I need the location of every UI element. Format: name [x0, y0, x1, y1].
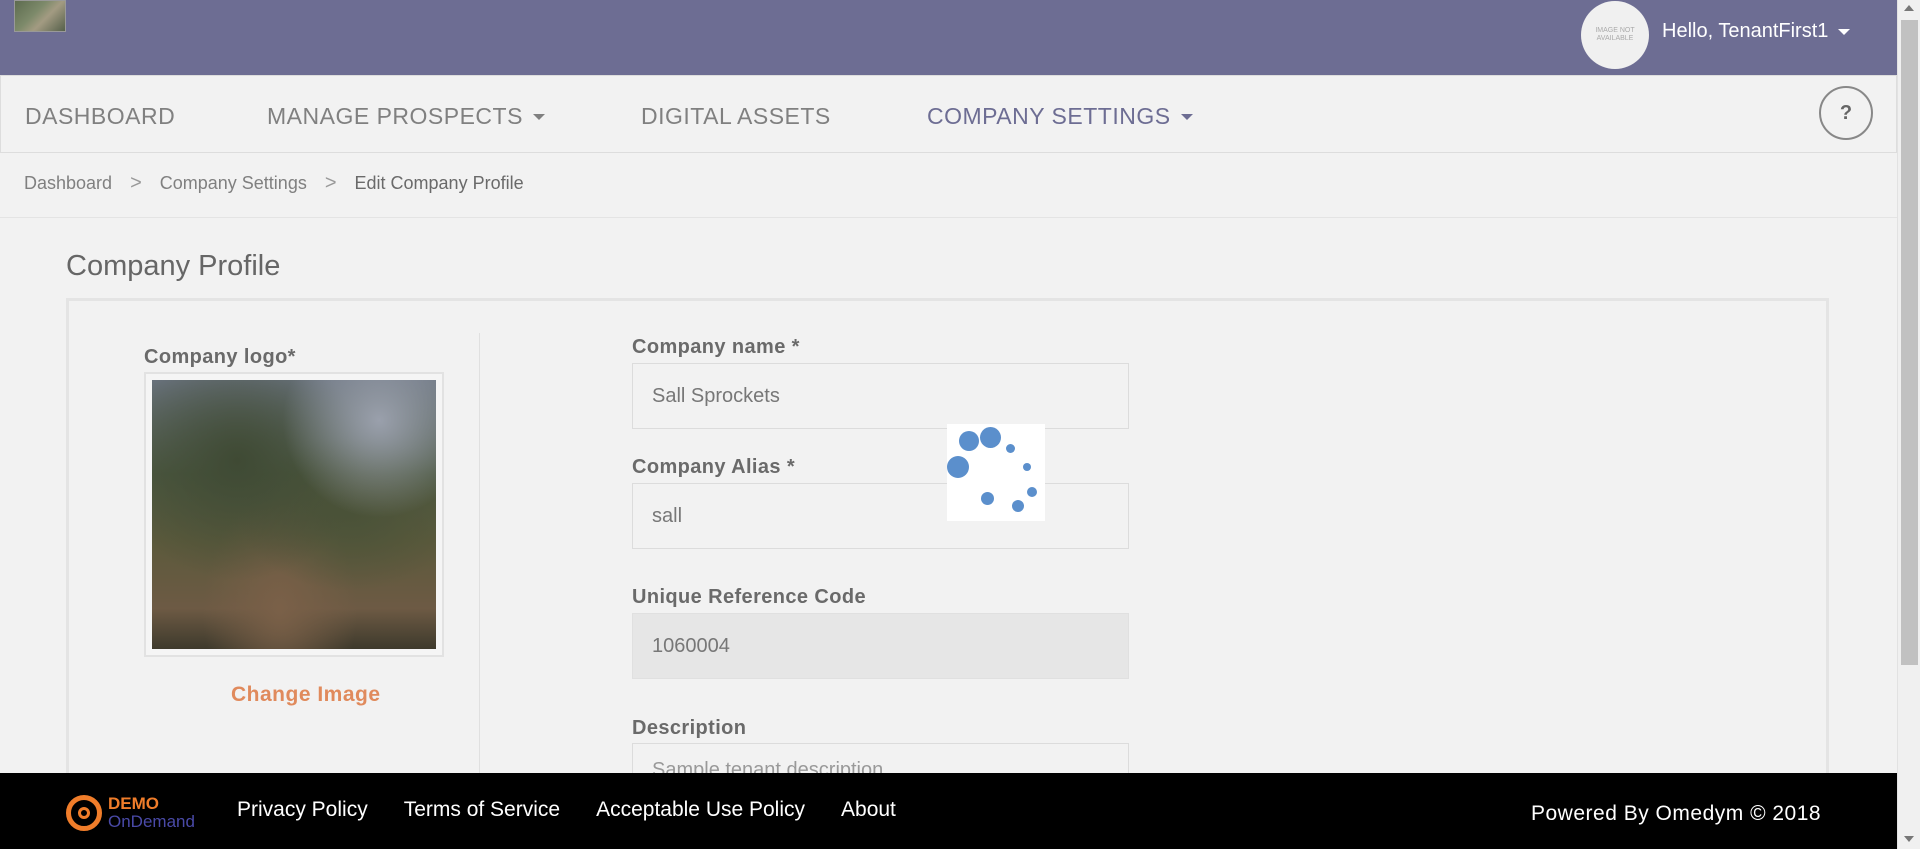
breadcrumb-current: Edit Company Profile: [354, 173, 524, 193]
footer: DEMO OnDemand Privacy Policy Terms of Se…: [0, 773, 1897, 849]
spinner-dot: [981, 492, 994, 505]
spinner-dot: [959, 431, 979, 451]
user-greeting: Hello, TenantFirst1: [1662, 20, 1829, 42]
avatar[interactable]: IMAGE NOT AVAILABLE: [1581, 1, 1649, 69]
company-alias-field[interactable]: sall: [632, 483, 1129, 549]
help-icon: ?: [1839, 101, 1853, 124]
acceptable-use-policy-link[interactable]: Acceptable Use Policy: [596, 798, 805, 822]
about-link[interactable]: About: [841, 798, 896, 822]
reference-code-field: 1060004: [632, 613, 1129, 679]
scrollbar-thumb[interactable]: [1901, 20, 1918, 665]
company-logo-image: [152, 380, 436, 649]
reference-code-label: Unique Reference Code: [632, 586, 867, 608]
company-name-field[interactable]: Sall Sprockets: [632, 363, 1129, 429]
main-nav: DASHBOARD MANAGE PROSPECTS DIGITAL ASSET…: [0, 75, 1897, 153]
change-image-button[interactable]: Change Image: [231, 683, 381, 707]
scroll-down-icon[interactable]: [1904, 836, 1914, 842]
user-menu[interactable]: Hello, TenantFirst1: [1662, 20, 1851, 43]
company-name-label: Company name *: [632, 336, 800, 358]
nav-label: DIGITAL ASSETS: [641, 103, 831, 129]
company-logo-frame: [144, 372, 444, 657]
footer-logo[interactable]: DEMO OnDemand: [66, 795, 195, 831]
description-label: Description: [632, 717, 747, 739]
avatar-placeholder-text: IMAGE NOT AVAILABLE: [1595, 27, 1635, 42]
privacy-policy-link[interactable]: Privacy Policy: [237, 798, 368, 822]
demo-ondemand-logo-icon: [66, 795, 102, 831]
nav-dashboard[interactable]: DASHBOARD: [25, 103, 175, 130]
chevron-down-icon: [532, 113, 545, 120]
company-logo-label: Company logo*: [144, 346, 296, 368]
breadcrumb-divider: [0, 217, 1897, 218]
loading-spinner: [947, 424, 1045, 521]
vertical-scrollbar[interactable]: [1897, 0, 1920, 849]
company-alias-label: Company Alias *: [632, 456, 796, 478]
scroll-up-icon[interactable]: [1904, 5, 1914, 11]
spinner-dot: [980, 427, 1001, 448]
nav-company-settings[interactable]: COMPANY SETTINGS: [927, 103, 1193, 130]
spinner-dot: [1027, 487, 1037, 497]
nav-digital-assets[interactable]: DIGITAL ASSETS: [641, 103, 831, 130]
powered-by-text: Powered By Omedym © 2018: [1531, 802, 1822, 825]
footer-links: Privacy Policy Terms of Service Acceptab…: [237, 798, 896, 822]
help-button[interactable]: ?: [1819, 86, 1873, 140]
nav-label: MANAGE PROSPECTS: [267, 103, 523, 129]
breadcrumb-company-settings[interactable]: Company Settings: [160, 173, 307, 194]
footer-logo-bottom: OnDemand: [108, 812, 195, 831]
top-bar: IMAGE NOT AVAILABLE Hello, TenantFirst1: [0, 0, 1897, 75]
chevron-down-icon: [1838, 28, 1851, 35]
brand-thumbnail[interactable]: [14, 0, 66, 32]
chevron-down-icon: [1180, 113, 1193, 120]
column-divider: [479, 333, 480, 778]
breadcrumb-separator: >: [130, 172, 142, 194]
nav-label: DASHBOARD: [25, 103, 176, 129]
terms-of-service-link[interactable]: Terms of Service: [404, 798, 560, 822]
spinner-dot: [1012, 500, 1024, 512]
nav-manage-prospects[interactable]: MANAGE PROSPECTS: [267, 103, 545, 130]
spinner-dot: [947, 456, 969, 478]
spinner-dot: [1023, 463, 1031, 471]
breadcrumb-separator: >: [324, 172, 337, 194]
footer-logo-top: DEMO: [108, 794, 159, 813]
breadcrumb-dashboard[interactable]: Dashboard: [24, 173, 112, 194]
breadcrumb: Dashboard > Company Settings > Edit Comp…: [24, 172, 524, 195]
spinner-dot: [1006, 444, 1015, 453]
page-title: Company Profile: [66, 250, 281, 282]
nav-label: COMPANY SETTINGS: [927, 103, 1171, 129]
